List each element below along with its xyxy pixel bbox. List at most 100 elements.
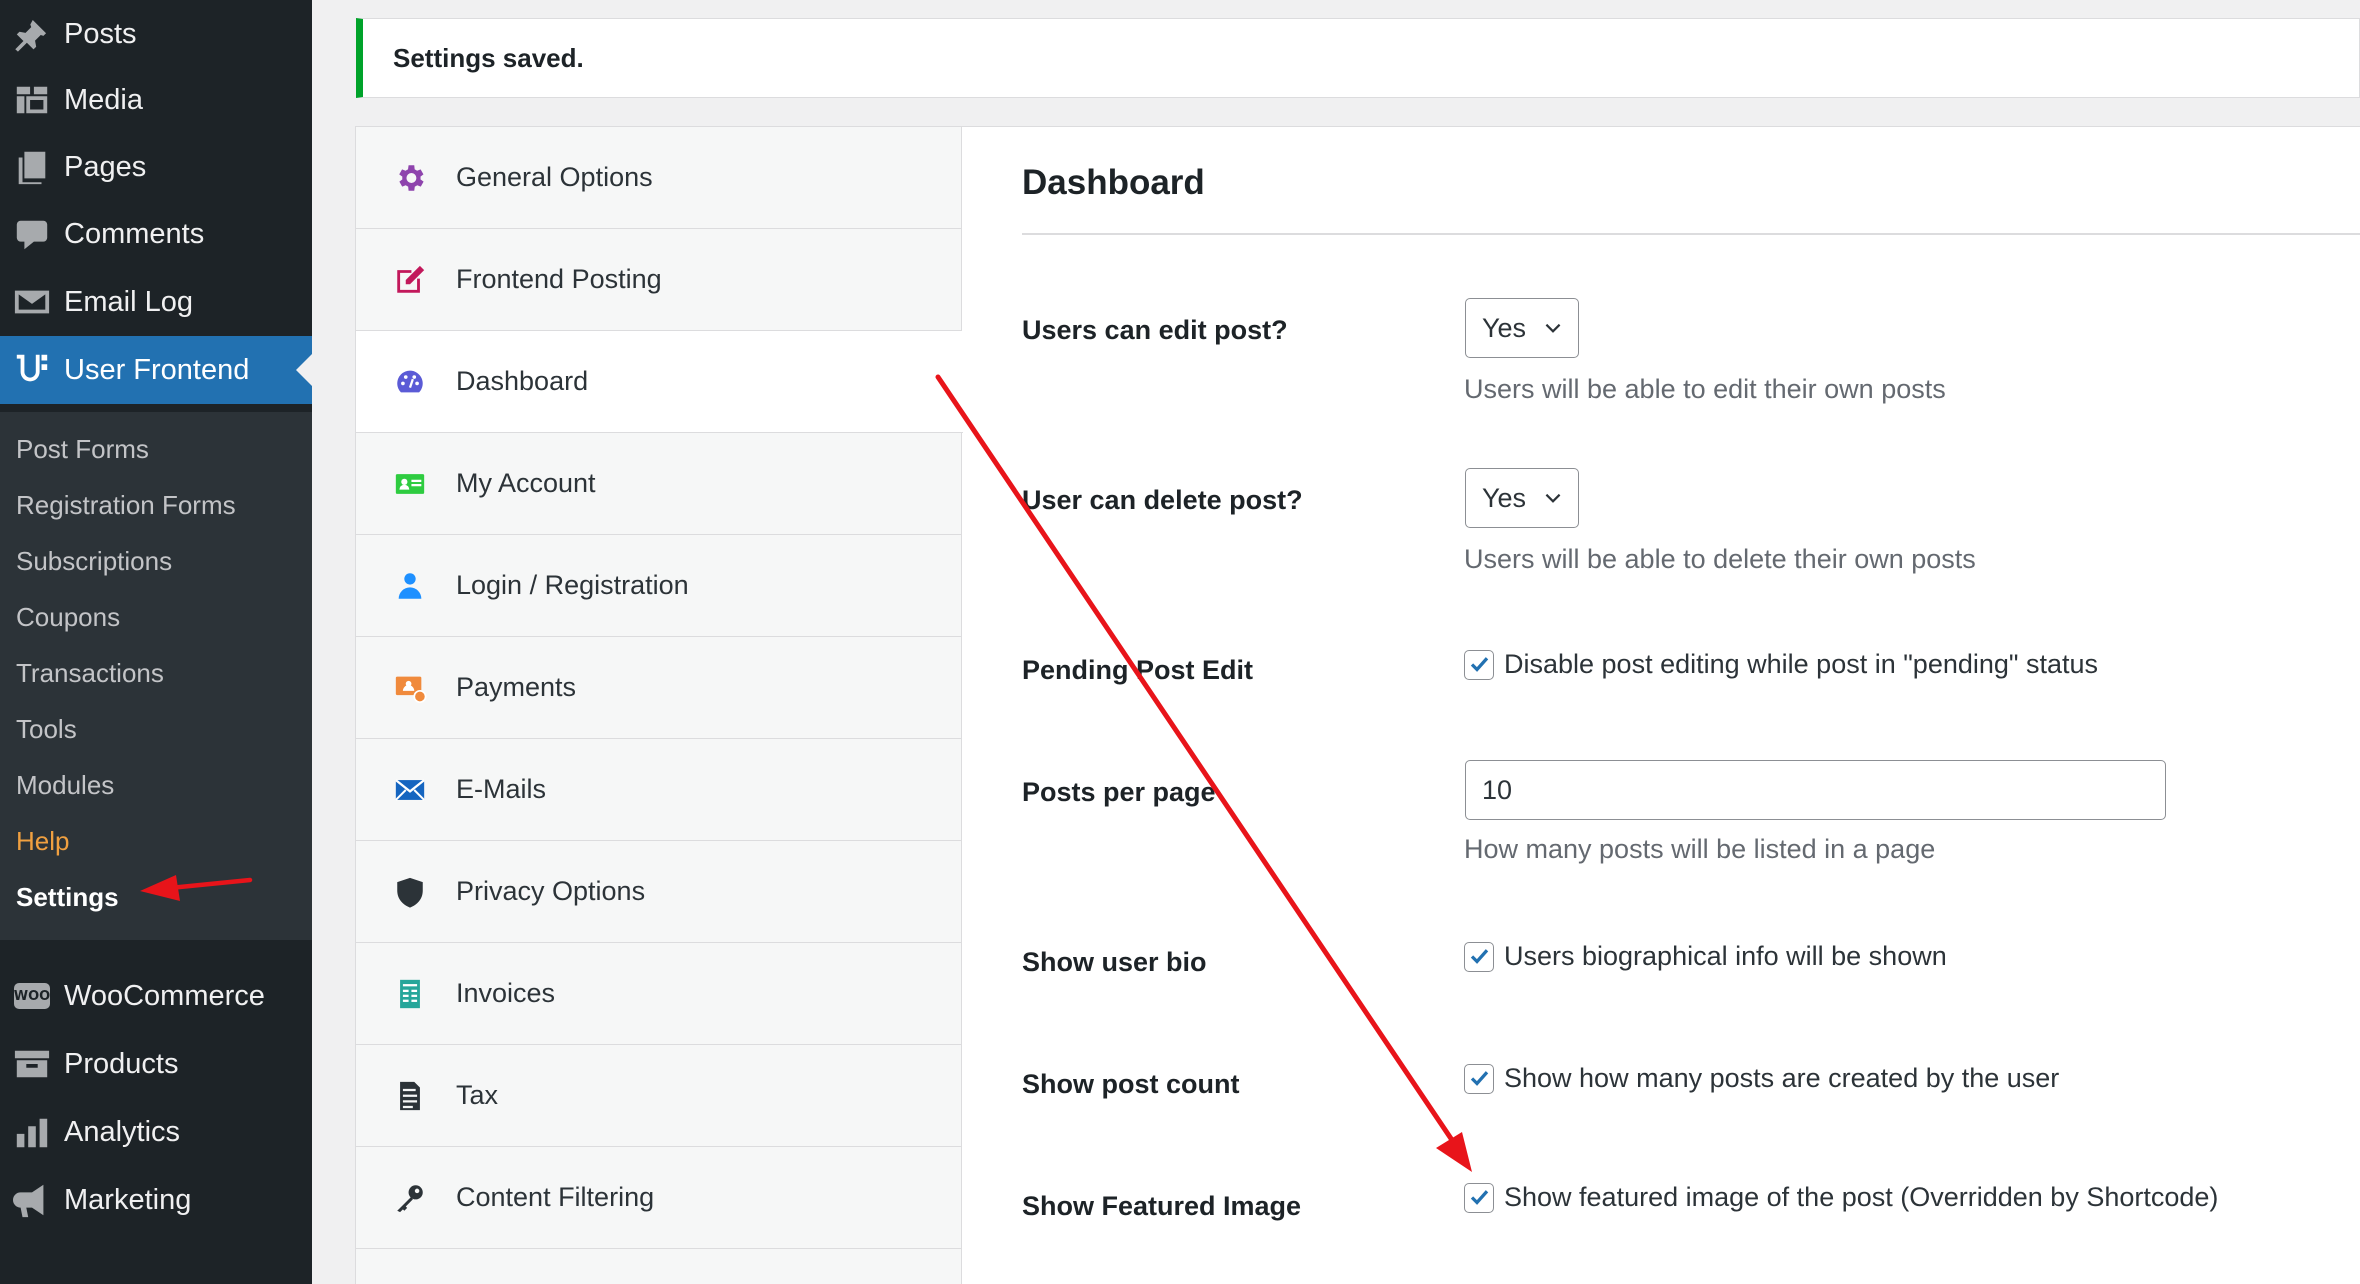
menu-label: User Frontend [64,353,250,386]
menu-label: Pages [64,150,147,183]
menu-label: Email Log [64,285,193,318]
checkbox-label: Disable post editing while post in "pend… [1504,649,2099,679]
page-title: Dashboard [1022,163,1205,202]
user-bio-checkbox-row[interactable]: Users biographical info will be shown [1464,941,1947,972]
tab-my-account[interactable]: My Account [356,433,961,535]
divider [1022,233,2360,235]
tab-general-options[interactable]: General Options [356,127,961,229]
tab-login-registration[interactable]: Login / Registration [356,535,961,637]
tab-label: Content Filtering [456,1182,655,1212]
menu-item-comments[interactable]: Comments [0,200,312,268]
pending-edit-checkbox[interactable] [1464,649,1494,680]
edit-icon [356,263,452,297]
submenu-modules[interactable]: Modules [16,770,114,801]
user-bio-checkbox[interactable] [1464,941,1494,972]
submenu-settings[interactable]: Settings [16,882,119,913]
tab-label: General Options [456,162,653,192]
payment-icon [356,671,452,705]
menu-label: Posts [64,17,137,50]
post-count-checkbox-row[interactable]: Show how many posts are created by the u… [1464,1063,2059,1094]
admin-sidebar: Posts Media Pages Comments Email Log Use… [0,0,312,1284]
media-icon [0,66,64,134]
shield-icon [356,875,452,909]
menu-label: Media [64,83,143,116]
label-show-featured-image: Show Featured Image [1022,1191,1302,1221]
tab-label: Privacy Options [456,876,646,906]
label-posts-per-page: Posts per page [1022,777,1216,807]
post-count-checkbox[interactable] [1464,1063,1494,1094]
label-show-post-count: Show post count [1022,1069,1240,1099]
settings-panel: Dashboard Users can edit post? Yes Users… [961,126,2360,1284]
chevron-down-icon [1545,323,1561,333]
menu-item-pages[interactable]: Pages [0,133,312,201]
menu-label: Analytics [64,1115,181,1148]
label-show-user-bio: Show user bio [1022,947,1207,977]
label-pending-post-edit: Pending Post Edit [1022,655,1254,685]
label-edit-post: Users can edit post? [1022,315,1288,345]
menu-label: Comments [64,217,205,250]
menu-item-products[interactable]: Products [0,1030,312,1098]
menu-item-email-log[interactable]: Email Log [0,268,312,336]
tab-tax[interactable]: Tax [356,1045,961,1147]
posts-per-page-input[interactable]: 10 [1465,760,2166,820]
pin-icon [0,0,64,68]
menu-item-woocommerce[interactable]: WOO WooCommerce [0,962,312,1030]
tab-label: E-Mails [456,774,547,804]
checkmark-icon [1470,1070,1489,1086]
tab-label: Frontend Posting [456,264,662,294]
menu-label: Marketing [64,1183,192,1216]
featured-image-checkbox-row[interactable]: Show featured image of the post (Overrid… [1464,1182,2218,1213]
menu-item-analytics[interactable]: Analytics [0,1098,312,1166]
tab-privacy-options[interactable]: Privacy Options [356,841,961,943]
submenu-registration-forms[interactable]: Registration Forms [16,490,236,521]
megaphone-icon [0,1166,64,1234]
notice-text: Settings saved. [393,42,584,73]
submenu-help[interactable]: Help [16,826,69,857]
tab-label: Invoices [456,978,556,1008]
tab-label: Payments [456,672,577,702]
tab-frontend-posting[interactable]: Frontend Posting [356,229,961,331]
submenu-post-forms[interactable]: Post Forms [16,434,149,465]
chart-icon [0,1098,64,1166]
delete-post-select[interactable]: Yes [1465,468,1579,528]
email-icon [0,268,64,336]
gear-icon [356,161,452,195]
tab-e-mails[interactable]: E-Mails [356,739,961,841]
checkbox-label: Users biographical info will be shown [1504,941,1947,971]
menu-item-media[interactable]: Media [0,66,312,134]
checkmark-icon [1470,948,1489,964]
submenu-transactions[interactable]: Transactions [16,658,164,689]
desc-posts-per-page: How many posts will be listed in a page [1464,834,1936,864]
menu-label: Products [64,1047,179,1080]
edit-post-select[interactable]: Yes [1465,298,1579,358]
input-value: 10 [1482,774,1513,805]
tab-invoices[interactable]: Invoices [356,943,961,1045]
tab-label: My Account [456,468,596,498]
settings-saved-notice: Settings saved. [356,18,2360,98]
featured-image-checkbox[interactable] [1464,1182,1494,1213]
submenu-tools[interactable]: Tools [16,714,77,745]
checkmark-icon [1470,1189,1489,1205]
woocommerce-icon: WOO [0,962,64,1030]
checkbox-label: Show featured image of the post (Overrid… [1504,1182,2219,1212]
menu-item-posts[interactable]: Posts [0,0,312,68]
pending-edit-checkbox-row[interactable]: Disable post editing while post in "pend… [1464,649,2098,680]
pages-icon [0,133,64,201]
submenu-subscriptions[interactable]: Subscriptions [16,546,172,577]
id-card-icon [356,467,452,501]
key-icon [356,1181,452,1215]
menu-item-marketing[interactable]: Marketing [0,1166,312,1234]
chevron-down-icon [1545,493,1561,503]
dashboard-icon [356,365,452,399]
invoice-icon [356,977,452,1011]
settings-tabs: General Options Frontend Posting Dashboa… [355,126,963,1284]
archive-icon [0,1030,64,1098]
select-value: Yes [1482,312,1527,343]
submenu-coupons[interactable]: Coupons [16,602,120,633]
tab-payments[interactable]: Payments [356,637,961,739]
tab-dashboard[interactable]: Dashboard [356,331,963,433]
comments-icon [0,200,64,268]
tab-content-filtering[interactable]: Content Filtering [356,1147,961,1249]
menu-item-user-frontend[interactable]: User Frontend [0,336,312,404]
checkbox-label: Show how many posts are created by the u… [1504,1063,2060,1093]
